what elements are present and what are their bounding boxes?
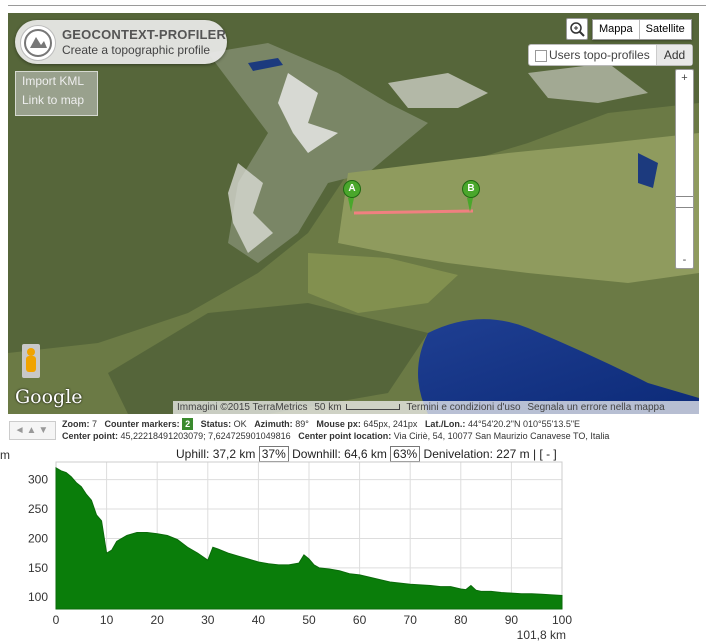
imagery-credit: Immagini ©2015 TerraMetrics: [177, 402, 308, 413]
magnifier-icon: [570, 22, 585, 37]
report-error-link[interactable]: Segnala un errore nella mappa: [527, 402, 664, 413]
add-button[interactable]: Add: [656, 45, 692, 65]
azimuth-value: 89°: [295, 419, 309, 429]
users-topo-profiles-checkbox[interactable]: [535, 50, 547, 62]
map-type-control: Mappa Satellite: [592, 19, 692, 40]
marker-b[interactable]: B: [462, 180, 480, 217]
import-kml-link[interactable]: Import KML: [16, 72, 97, 91]
x-tick-label: 60: [353, 613, 367, 627]
center-value: 45,22218491203079; 7,624725901049816: [120, 431, 291, 441]
x-tick-label: 80: [454, 613, 468, 627]
y-tick-label: 100: [28, 590, 48, 604]
top-divider: [8, 5, 706, 6]
status-row-1: Zoom: 7 Counter markers: 2 Status: OK Az…: [62, 418, 581, 430]
pegman-head: [27, 348, 35, 356]
mouse-value: 645px, 241px: [363, 419, 418, 429]
zoom-out-button[interactable]: -: [676, 252, 693, 268]
map-view[interactable]: GEOCONTEXT-PROFILER Create a topographic…: [8, 13, 699, 414]
users-topo-profiles-label: Users topo-profiles: [549, 48, 650, 62]
y-tick-label: 250: [28, 502, 48, 516]
zoom-in-button[interactable]: +: [676, 70, 693, 86]
app-subtitle: Create a topographic profile: [62, 43, 211, 57]
users-topo-profiles-control: Users topo-profiles Add: [528, 44, 693, 66]
y-tick-label: 300: [28, 473, 48, 487]
x-tick-label: 70: [404, 613, 418, 627]
marker-a-label: A: [343, 180, 361, 198]
zoom-value: 7: [92, 419, 98, 429]
x-unit-label: 101,8 km: [517, 628, 566, 642]
elevation-profile-chart[interactable]: 0 10 20 30 40 50 60 70 80 90 100 100 150 200 250 300 m 10…: [0, 444, 707, 644]
location-value: Via Ciriè, 54, 10077 San Maurizio Canave…: [393, 431, 610, 441]
terms-link[interactable]: Termini e condizioni d'uso: [406, 402, 520, 413]
street-view-pegman[interactable]: [22, 344, 40, 378]
status-info-panel: Zoom: 7 Counter markers: 2 Status: OK Az…: [62, 418, 609, 442]
marker-b-label: B: [462, 180, 480, 198]
route-line: [353, 209, 474, 215]
y-tick-label: 150: [28, 561, 48, 575]
app-logo: [20, 25, 56, 61]
marker-a-stem-icon: [348, 198, 354, 212]
scale-bar: [345, 404, 400, 411]
status-value: OK: [233, 419, 247, 429]
zoom-slider-thumb[interactable]: [676, 196, 693, 208]
x-tick-label: 90: [505, 613, 519, 627]
y-unit-label: m: [0, 448, 10, 462]
map-attribution-bar: Immagini ©2015 TerraMetrics 50 km Termin…: [173, 401, 699, 414]
pegman-body: [26, 356, 36, 372]
zoom-slider[interactable]: + -: [675, 69, 694, 269]
x-tick-label: 10: [100, 613, 114, 627]
status-row-2: Center point: 45,22218491203079; 7,62472…: [62, 431, 610, 441]
zoom-box-button[interactable]: [566, 18, 588, 40]
x-tick-label: 50: [302, 613, 316, 627]
latlon-value: 44°54'20.2"N 010°55'13.5"E: [467, 419, 581, 429]
scale-label: 50 km: [314, 402, 342, 413]
app-brand-panel[interactable]: GEOCONTEXT-PROFILER Create a topographic…: [15, 20, 227, 64]
google-logo: Google: [15, 386, 83, 408]
map-type-satellite-button[interactable]: Satellite: [638, 20, 691, 39]
map-type-map-button[interactable]: Mappa: [593, 20, 639, 39]
link-to-map-link[interactable]: Link to map: [16, 91, 97, 110]
app-title: GEOCONTEXT-PROFILER: [62, 27, 227, 42]
marker-b-stem-icon: [467, 198, 473, 212]
x-tick-label: 20: [151, 613, 165, 627]
x-tick-label: 100: [552, 613, 572, 627]
y-tick-label: 200: [28, 531, 48, 545]
marker-a[interactable]: A: [343, 180, 361, 217]
kml-panel: Import KML Link to map: [15, 71, 98, 116]
x-tick-label: 0: [53, 613, 60, 627]
counter-badge: 2: [182, 418, 194, 430]
navigation-arrows[interactable]: ◄▲▼: [9, 421, 56, 440]
x-tick-label: 40: [252, 613, 266, 627]
x-tick-label: 30: [201, 613, 215, 627]
